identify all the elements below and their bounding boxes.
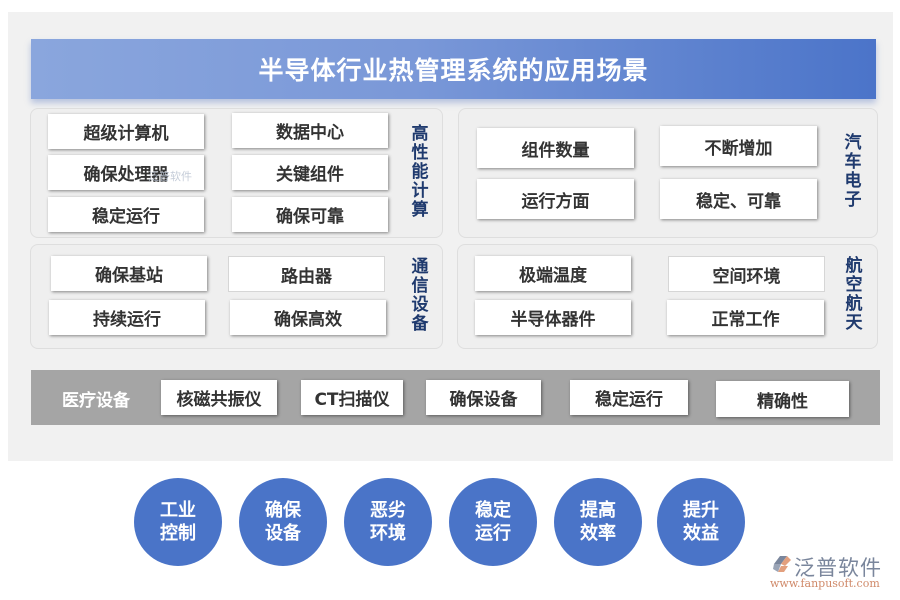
title-banner: 半导体行业热管理系统的应用场景 <box>31 39 876 99</box>
item-ensure-reliability: 确保可靠 <box>232 197 388 232</box>
item-increasing: 不断增加 <box>660 126 817 166</box>
item-stable-operation: 稳定运行 <box>48 197 204 232</box>
circle-text-line1: 提升 <box>683 500 719 521</box>
item-ensure-base-station: 确保基站 <box>51 256 207 291</box>
circle-improve-efficiency: 提高 效率 <box>554 478 642 566</box>
item-stable-reliable: 稳定、可靠 <box>660 179 817 219</box>
item-operation-aspect: 运行方面 <box>477 179 634 219</box>
watermark-text: 泛普软件 <box>148 170 192 183</box>
item-continuous-operation: 持续运行 <box>49 300 205 335</box>
circle-text-line1: 工业 <box>160 500 196 521</box>
item-ensure-equipment: 确保设备 <box>426 380 541 415</box>
item-normal-work: 正常工作 <box>667 300 824 335</box>
item-key-components: 关键组件 <box>232 155 388 190</box>
item-space-environment: 空间环境 <box>668 256 825 292</box>
item-ensure-efficiency: 确保高效 <box>230 300 386 335</box>
section-label-aero: 航空航天 <box>845 256 863 333</box>
circle-harsh-environment: 恶劣 环境 <box>344 478 432 566</box>
item-semiconductor-devices: 半导体器件 <box>475 300 631 335</box>
circle-text-line2: 环境 <box>370 523 406 544</box>
circle-stable-operation: 稳定 运行 <box>449 478 537 566</box>
circle-text-line2: 设备 <box>265 523 301 544</box>
item-ct-scanner: CT扫描仪 <box>301 380 403 415</box>
logo-url: www.fanpusoft.com <box>770 577 880 590</box>
item-extreme-temperature: 极端温度 <box>475 256 631 291</box>
circle-text-line2: 效率 <box>580 523 616 544</box>
section-label-hpc: 高性能计算 <box>411 124 429 220</box>
fanpu-logo-icon <box>773 556 791 572</box>
item-mri: 核磁共振仪 <box>161 380 277 415</box>
item-supercomputer: 超级计算机 <box>48 114 204 149</box>
circle-text-line2: 效益 <box>683 523 719 544</box>
circle-text-line2: 运行 <box>475 523 511 544</box>
circle-text-line1: 稳定 <box>475 500 511 521</box>
item-precision: 精确性 <box>716 381 849 417</box>
item-router: 路由器 <box>228 256 385 292</box>
circle-text-line1: 提高 <box>580 500 616 521</box>
section-label-comm: 通信设备 <box>411 257 429 334</box>
circle-text-line1: 恶劣 <box>370 500 406 521</box>
circle-ensure-equipment: 确保 设备 <box>239 478 327 566</box>
item-stable-running: 稳定运行 <box>570 380 688 415</box>
circle-text-line2: 控制 <box>160 523 196 544</box>
circle-text-line1: 确保 <box>265 500 301 521</box>
item-data-center: 数据中心 <box>232 113 388 148</box>
item-component-count: 组件数量 <box>477 128 634 168</box>
circle-industrial-control: 工业 控制 <box>134 478 222 566</box>
diagram-title: 半导体行业热管理系统的应用场景 <box>258 56 649 85</box>
circle-increase-benefit: 提升 效益 <box>657 478 745 566</box>
medical-label: 医疗设备 <box>62 391 130 411</box>
section-label-auto: 汽车电子 <box>844 133 862 210</box>
